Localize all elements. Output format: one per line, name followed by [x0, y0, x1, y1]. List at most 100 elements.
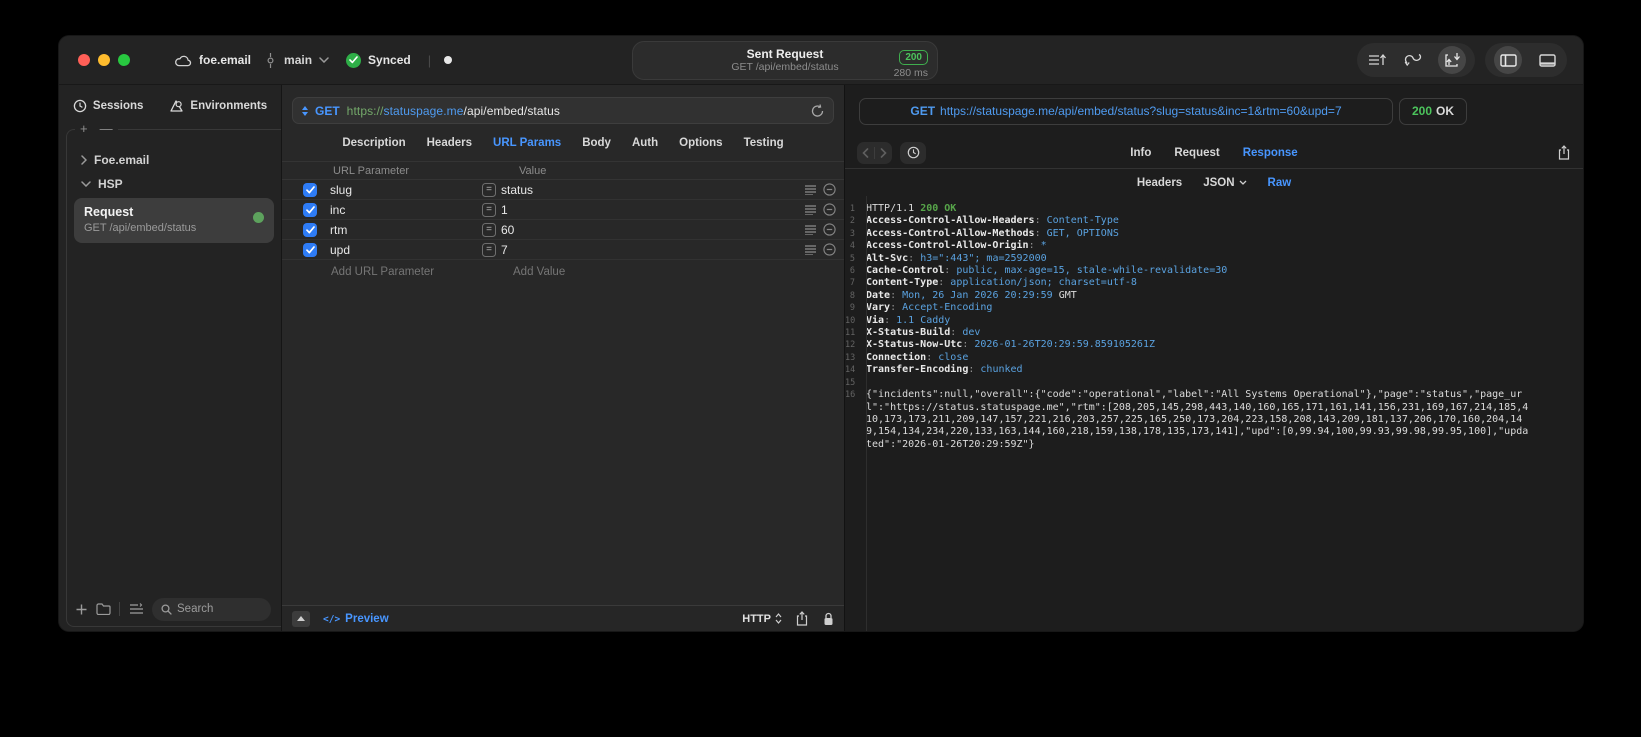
- remove-param-icon[interactable]: [823, 223, 836, 236]
- method-selector-icon[interactable]: [302, 105, 308, 116]
- param-enabled-checkbox[interactable]: [303, 182, 317, 197]
- tree-item-foe-email[interactable]: Foe.email: [67, 148, 281, 172]
- param-row-actions: [805, 203, 836, 216]
- unsaved-changes-dot: [444, 56, 453, 64]
- editor-tab-description[interactable]: Description: [342, 137, 405, 149]
- line-number: 13: [845, 352, 856, 363]
- response-line: 1 HTTP/1.1 200 OK: [845, 203, 1583, 215]
- add-param-value-placeholder[interactable]: Add Value: [513, 266, 565, 278]
- response-line: 11 X-Status-Build: dev: [845, 327, 1583, 339]
- url-input[interactable]: https://statuspage.me/api/embed/status: [347, 104, 560, 118]
- minimize-window-button[interactable]: [98, 54, 110, 66]
- value-type-icon[interactable]: =: [482, 222, 496, 237]
- group-by-list-icon[interactable]: [128, 598, 144, 620]
- branch-name[interactable]: main: [284, 53, 312, 67]
- lock-icon[interactable]: [822, 608, 834, 630]
- remove-param-icon[interactable]: [823, 203, 836, 216]
- close-window-button[interactable]: [78, 54, 90, 66]
- search-icon: [161, 603, 172, 615]
- sync-status[interactable]: Synced: [368, 53, 411, 67]
- history-clock-button[interactable]: [900, 141, 926, 164]
- param-name-input[interactable]: inc: [330, 203, 482, 217]
- response-line: 3 Access-Control-Allow-Methods: GET, OPTI…: [845, 228, 1583, 240]
- param-name-input[interactable]: upd: [330, 243, 482, 257]
- toolbar-group-panels: [1485, 43, 1567, 77]
- add-param-name-placeholder[interactable]: Add URL Parameter: [331, 266, 434, 278]
- add-request-button[interactable]: [75, 598, 87, 620]
- param-value-input[interactable]: status: [501, 183, 533, 197]
- response-body[interactable]: 1 HTTP/1.1 200 OK 2 Access-Control-Allow-He…: [845, 196, 1583, 631]
- remove-param-icon[interactable]: [823, 243, 836, 256]
- forward-button[interactable]: [875, 147, 892, 158]
- back-button[interactable]: [857, 147, 874, 158]
- line-number: 10: [845, 315, 856, 326]
- request-flow-icon[interactable]: [1402, 49, 1424, 71]
- response-tab-info[interactable]: Info: [1130, 147, 1151, 159]
- value-type-icon[interactable]: =: [482, 242, 496, 257]
- value-type-icon[interactable]: =: [482, 202, 496, 217]
- response-line: 15: [845, 377, 1583, 389]
- protocol-selector[interactable]: HTTP: [742, 613, 782, 625]
- param-name-input[interactable]: rtm: [330, 223, 482, 237]
- reorder-icon[interactable]: [805, 224, 816, 235]
- scroll-to-top-icon[interactable]: [1366, 49, 1388, 71]
- line-number: 3: [849, 228, 855, 239]
- url-bar[interactable]: GET https://statuspage.me/api/embed/stat…: [292, 97, 834, 124]
- add-param-row[interactable]: Add URL Parameter Add Value: [282, 260, 844, 284]
- remove-item-button[interactable]: —: [100, 121, 113, 137]
- response-subtab-headers[interactable]: Headers: [1137, 177, 1182, 189]
- export-response-icon[interactable]: [1557, 142, 1571, 164]
- param-enabled-checkbox[interactable]: [303, 202, 317, 217]
- param-enabled-checkbox[interactable]: [303, 242, 317, 257]
- zoom-window-button[interactable]: [118, 54, 130, 66]
- param-value-input[interactable]: 60: [501, 223, 514, 237]
- reorder-icon[interactable]: [805, 184, 816, 195]
- response-tab-request[interactable]: Request: [1174, 147, 1219, 159]
- preview-button[interactable]: Preview: [323, 613, 388, 625]
- reorder-icon[interactable]: [805, 244, 816, 255]
- import-request-icon[interactable]: [1438, 46, 1466, 74]
- line-text: Access-Control-Allow-Origin: *: [866, 240, 1047, 252]
- param-value-input[interactable]: 1: [501, 203, 508, 217]
- response-subtab-json[interactable]: JSON: [1203, 177, 1246, 189]
- method-label[interactable]: GET: [315, 104, 340, 118]
- editor-tab-body[interactable]: Body: [582, 137, 611, 149]
- editor-tab-auth[interactable]: Auth: [632, 137, 658, 149]
- tree-item-hsp[interactable]: HSP: [67, 172, 281, 196]
- param-name-input[interactable]: slug: [330, 183, 482, 197]
- cloud-icon: [174, 53, 192, 67]
- toggle-bottom-panel-icon[interactable]: [1536, 49, 1558, 71]
- toggle-left-sidebar-icon[interactable]: [1494, 46, 1522, 74]
- chevron-down-icon[interactable]: [319, 49, 329, 71]
- editor-tab-url-params[interactable]: URL Params: [493, 137, 561, 149]
- chevron-down-icon: [81, 181, 91, 187]
- share-request-icon[interactable]: [795, 608, 809, 630]
- search-placeholder: Search: [177, 603, 214, 615]
- request-list-item-selected[interactable]: Request GET /api/embed/status: [74, 198, 274, 243]
- new-group-folder-icon[interactable]: [95, 598, 111, 620]
- editor-tab-testing[interactable]: Testing: [744, 137, 784, 149]
- tab-environments[interactable]: Environments: [169, 99, 267, 113]
- reload-icon[interactable]: [810, 100, 824, 122]
- editor-tab-options[interactable]: Options: [679, 137, 722, 149]
- line-number: 15: [845, 377, 856, 388]
- request-item-title: Request: [84, 205, 134, 219]
- response-line: 6 Cache-Control: public, max-age=15, stal…: [845, 265, 1583, 277]
- add-item-button[interactable]: +: [80, 121, 88, 137]
- param-value-input[interactable]: 7: [501, 243, 508, 257]
- expand-panel-button[interactable]: [292, 610, 310, 627]
- request-status-pill[interactable]: Sent Request GET /api/embed/status 200 2…: [632, 41, 938, 80]
- reorder-icon[interactable]: [805, 204, 816, 215]
- response-subtab-raw[interactable]: Raw: [1268, 177, 1292, 189]
- editor-tab-bar: Description Headers URL Params Body Auth Opti…: [282, 124, 844, 161]
- response-tab-response[interactable]: Response: [1243, 147, 1298, 159]
- sidebar-search-input[interactable]: Search: [152, 597, 271, 621]
- remove-param-icon[interactable]: [823, 183, 836, 196]
- value-type-icon[interactable]: =: [482, 182, 496, 197]
- project-name[interactable]: foe.email: [199, 53, 251, 67]
- tab-sessions[interactable]: Sessions: [73, 99, 143, 113]
- editor-tab-headers[interactable]: Headers: [427, 137, 472, 149]
- response-status-code: 200: [1412, 104, 1433, 118]
- param-enabled-checkbox[interactable]: [303, 222, 317, 237]
- sent-request-url[interactable]: GET https://statuspage.me/api/embed/stat…: [859, 97, 1393, 125]
